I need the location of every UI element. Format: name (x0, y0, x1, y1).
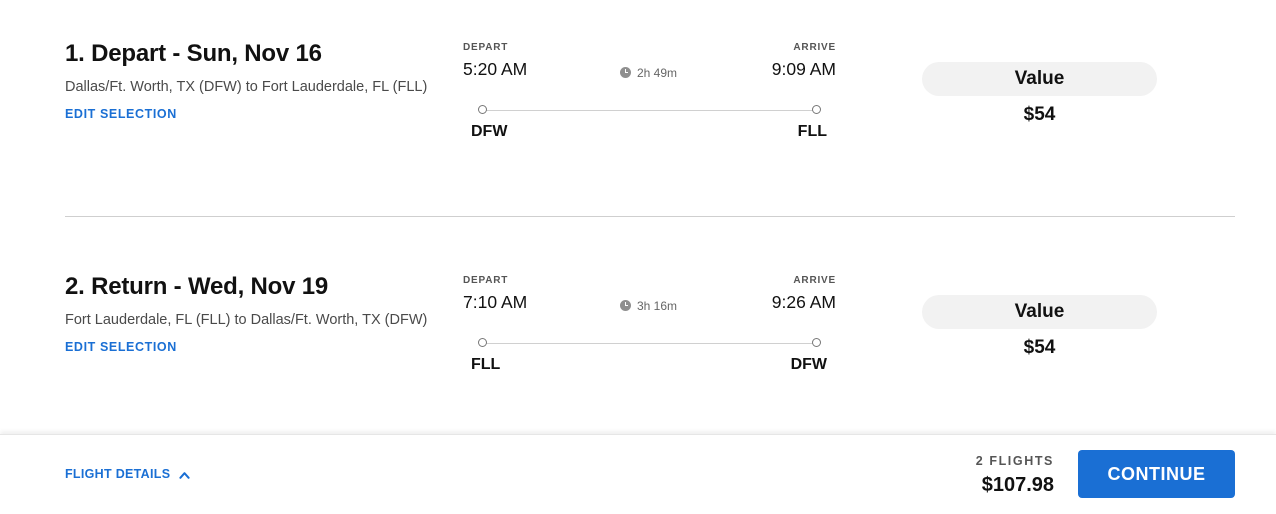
edit-selection-link[interactable]: EDIT SELECTION (65, 340, 177, 354)
destination-dot (812, 105, 821, 114)
segment-divider (65, 216, 1235, 217)
fare-price: $54 (1023, 337, 1056, 358)
total-price: $107.98 (981, 474, 1054, 496)
origin-airport-code: FLL (471, 356, 501, 373)
fare-price: $54 (1023, 104, 1056, 125)
flight-count: 2 FLIGHTS (975, 454, 1054, 468)
flight-route: Fort Lauderdale, FL (FLL) to Dallas/Ft. … (65, 312, 428, 328)
flight-title: 2. Return - Wed, Nov 19 (65, 273, 329, 300)
origin-dot (478, 105, 487, 114)
flight-timeline: DEPART ARRIVE 5:20 AM 9:09 AM 2h 49m DFW… (463, 42, 837, 152)
trip-summary-page: 1. Depart - Sun, Nov 16 Dallas/Ft. Worth… (0, 0, 1276, 514)
depart-caption: DEPART (463, 275, 509, 286)
arrive-time: 9:09 AM (771, 59, 836, 79)
flight-route: Dallas/Ft. Worth, TX (DFW) to Fort Laude… (65, 79, 428, 95)
arrive-caption: ARRIVE (793, 42, 836, 53)
route-line (483, 343, 817, 344)
flight-details-label: FLIGHT DETAILS (65, 467, 171, 481)
chevron-up-icon (179, 471, 190, 479)
fare-type-badge: Value (922, 62, 1157, 96)
fare-selection: Value $54 (922, 62, 1157, 126)
destination-airport-code: FLL (797, 123, 827, 140)
clock-icon (620, 67, 631, 78)
fare-type-badge: Value (922, 295, 1157, 329)
flight-duration: 2h 49m (620, 66, 677, 80)
flight-details-toggle[interactable]: FLIGHT DETAILS (65, 467, 190, 481)
route-line (483, 110, 817, 111)
arrive-caption: ARRIVE (793, 275, 836, 286)
destination-dot (812, 338, 821, 347)
flight-info: 2. Return - Wed, Nov 19 Fort Lauderdale,… (65, 273, 445, 356)
flight-timeline: DEPART ARRIVE 7:10 AM 9:26 AM 3h 16m FLL… (463, 275, 837, 385)
origin-dot (478, 338, 487, 347)
clock-icon (620, 300, 631, 311)
flight-duration: 3h 16m (620, 299, 677, 313)
arrive-time: 9:26 AM (771, 292, 836, 312)
checkout-footer: FLIGHT DETAILS 2 FLIGHTS $107.98 CONTINU… (0, 434, 1276, 514)
flight-info: 1. Depart - Sun, Nov 16 Dallas/Ft. Worth… (65, 40, 445, 123)
continue-button[interactable]: CONTINUE (1078, 450, 1235, 498)
flight-title: 1. Depart - Sun, Nov 16 (65, 40, 322, 67)
edit-selection-link[interactable]: EDIT SELECTION (65, 107, 177, 121)
duration-text: 2h 49m (637, 66, 678, 80)
depart-time: 7:10 AM (463, 292, 528, 312)
destination-airport-code: DFW (790, 356, 827, 373)
price-summary: 2 FLIGHTS $107.98 (976, 454, 1054, 497)
depart-caption: DEPART (463, 42, 509, 53)
duration-text: 3h 16m (637, 299, 678, 313)
fare-selection: Value $54 (922, 295, 1157, 359)
origin-airport-code: DFW (471, 123, 508, 140)
depart-time: 5:20 AM (463, 59, 528, 79)
